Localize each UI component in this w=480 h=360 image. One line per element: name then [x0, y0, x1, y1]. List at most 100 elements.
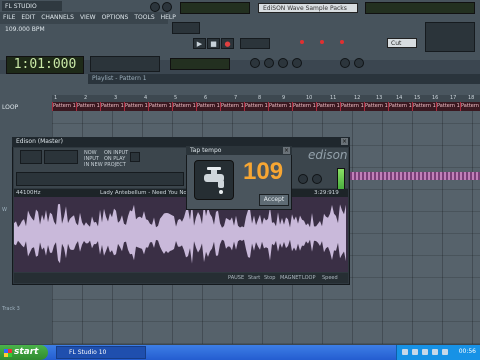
ruler-number: 3: [114, 95, 118, 101]
edison-menu-button[interactable]: [20, 150, 42, 164]
ruler-number: 6: [204, 95, 208, 101]
ruler-number: 7: [234, 95, 238, 101]
audio-clip[interactable]: [348, 172, 480, 180]
edison-record-controls[interactable]: [44, 150, 78, 164]
tool-knob-2[interactable]: [264, 58, 274, 68]
tool-knob-4[interactable]: [292, 58, 302, 68]
pattern-clip[interactable]: Pattern 1: [388, 102, 412, 111]
pattern-clip[interactable]: Pattern 1: [460, 102, 480, 111]
stop-button[interactable]: ■: [207, 38, 220, 49]
play-icon: ▶: [196, 40, 203, 48]
pattern-clip[interactable]: Pattern 1: [244, 102, 268, 111]
clock: 00:56: [458, 348, 476, 355]
pattern-clip[interactable]: Pattern 1: [268, 102, 292, 111]
pattern-clip[interactable]: Pattern 1: [340, 102, 364, 111]
playlist-title: Playlist - Pattern 1: [88, 74, 480, 84]
menu-edit[interactable]: EDIT: [18, 12, 38, 24]
tray-icon[interactable]: [442, 349, 448, 355]
hint-bar-bpm: 109.000 BPM: [5, 26, 45, 33]
waveform: [14, 203, 346, 264]
windows-logo-icon: [4, 349, 12, 357]
pattern-clip[interactable]: Pattern 1: [100, 102, 124, 111]
edison-knob[interactable]: [298, 174, 308, 184]
pattern-clip[interactable]: Pattern 1: [292, 102, 316, 111]
mini-display: [170, 58, 230, 70]
song-position-display: 1:01:000: [6, 56, 84, 74]
browser-shortcuts[interactable]: [425, 22, 475, 52]
record-icon: ●: [224, 40, 231, 48]
close-icon[interactable]: ×: [341, 138, 348, 145]
tray-icon[interactable]: [432, 349, 438, 355]
pattern-clip[interactable]: Pattern 1: [436, 102, 460, 111]
record-button[interactable]: ●: [221, 38, 234, 49]
master-pitch-knob[interactable]: [162, 2, 172, 12]
pattern-clip[interactable]: Pattern 1: [148, 102, 172, 111]
edison-knob[interactable]: [312, 174, 322, 184]
pattern-clip[interactable]: Pattern 1: [172, 102, 196, 111]
pattern-clip[interactable]: Pattern 1: [316, 102, 340, 111]
pattern-selector[interactable]: [90, 56, 160, 72]
pattern-clip[interactable]: Pattern 1: [76, 102, 100, 111]
pattern-clip[interactable]: Pattern 1: [124, 102, 148, 111]
pattern-clip[interactable]: Pattern 1: [52, 102, 76, 111]
tray-icon[interactable]: [422, 349, 428, 355]
status-stop[interactable]: Stop: [264, 273, 275, 283]
pattern-clip[interactable]: Pattern 1: [196, 102, 220, 111]
edison-title: Edison (Master): [16, 138, 63, 145]
edison-titlebar[interactable]: Edison (Master) ×: [12, 137, 350, 147]
app-title: FL STUDIO: [2, 1, 62, 11]
pattern-clip[interactable]: Pattern 1: [412, 102, 436, 111]
menu-tools[interactable]: TOOLS: [131, 12, 157, 24]
ruler-number: 10: [306, 95, 313, 101]
step-led: [340, 40, 344, 44]
status-magnet[interactable]: MAGNET: [280, 273, 301, 283]
taskbar-item-fl-studio[interactable]: FL Studio 10: [56, 346, 146, 359]
tool-knob-5[interactable]: [340, 58, 350, 68]
pattern-clip[interactable]: Pattern 1: [364, 102, 388, 111]
tool-knob-6[interactable]: [354, 58, 364, 68]
ruler-number: 16: [432, 95, 439, 101]
status-pause[interactable]: PAUSE: [228, 273, 244, 283]
ruler-number: 15: [414, 95, 421, 101]
option-in-new-project[interactable]: IN NEW PROJECT: [84, 162, 126, 168]
status-start[interactable]: Start: [248, 273, 260, 283]
menu-channels[interactable]: CHANNELS: [38, 12, 77, 24]
edison-small-button[interactable]: [130, 152, 140, 162]
menu-options[interactable]: OPTIONS: [99, 12, 132, 24]
tool-knob-3[interactable]: [278, 58, 288, 68]
edison-tool-strip[interactable]: [16, 172, 184, 186]
edison-logo: edison: [308, 148, 348, 162]
tempo-display[interactable]: [240, 38, 270, 49]
tempo-value: 109: [243, 158, 284, 185]
close-icon[interactable]: ×: [283, 147, 290, 154]
record-led: [300, 40, 304, 44]
menu-file[interactable]: FILE: [0, 12, 18, 24]
menu-view[interactable]: VIEW: [77, 12, 99, 24]
ruler-number: 1: [54, 95, 58, 101]
tray-icon[interactable]: [412, 349, 418, 355]
sample-rate: 44100Hz: [16, 190, 41, 196]
master-volume-knob[interactable]: [150, 2, 160, 12]
tool-knob-1[interactable]: [250, 58, 260, 68]
play-button[interactable]: ▶: [193, 38, 206, 49]
accept-button[interactable]: Accept: [259, 194, 289, 206]
tray-icon[interactable]: [402, 349, 408, 355]
waveform-view[interactable]: [14, 197, 348, 272]
status-loop[interactable]: LOOP: [302, 273, 316, 283]
ruler-number: 2: [84, 95, 88, 101]
tap-tempo-titlebar[interactable]: Tap tempo ×: [186, 146, 292, 155]
ruler-number: 8: [258, 95, 262, 101]
status-speed[interactable]: Speed: [322, 273, 338, 283]
tap-faucet-icon[interactable]: [194, 160, 234, 200]
ruler-number: 4: [144, 95, 148, 101]
cpu-monitor: [180, 2, 250, 14]
snap-select[interactable]: Cut: [387, 38, 417, 48]
preset-display[interactable]: EdiSON Wave Sample Packs: [258, 3, 358, 13]
tap-tempo-title: Tap tempo: [190, 147, 222, 154]
stop-icon: ■: [210, 40, 217, 48]
pattern-song-switch[interactable]: [172, 22, 200, 34]
ruler-number: 11: [330, 95, 337, 101]
ruler-number: 13: [376, 95, 383, 101]
pattern-clip[interactable]: Pattern 1: [220, 102, 244, 111]
ruler-number: 18: [468, 95, 475, 101]
